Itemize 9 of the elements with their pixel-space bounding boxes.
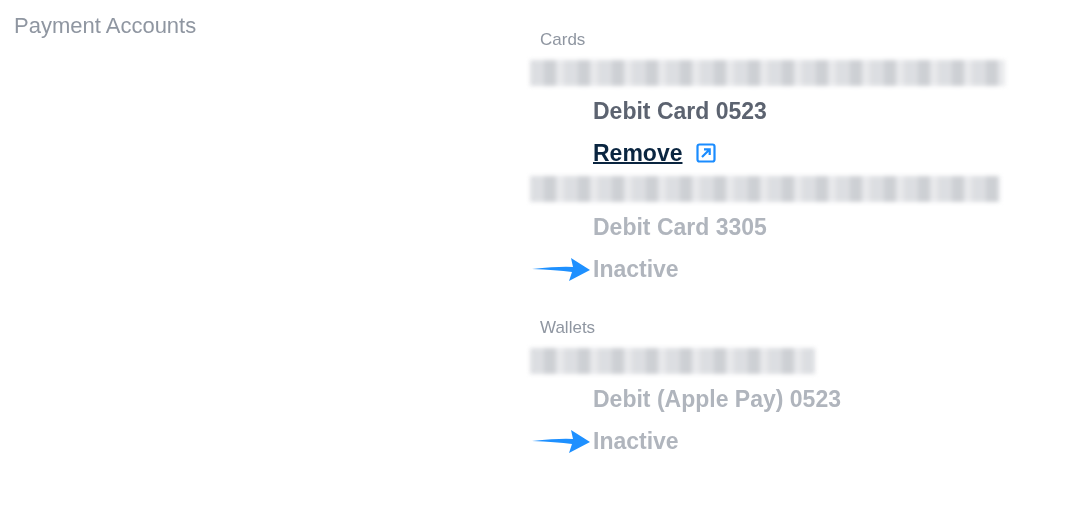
group-label: Wallets — [540, 318, 597, 339]
account-name: Debit Card 3305 — [593, 213, 768, 242]
account-name: Debit Card 0523 — [593, 97, 768, 126]
section-title: Payment Accounts — [14, 13, 198, 39]
status-text: Inactive — [593, 427, 679, 455]
account-name: Debit (Apple Pay) 0523 — [593, 385, 842, 414]
remove-link[interactable]: Remove — [593, 139, 683, 167]
status-text: Inactive — [593, 255, 679, 283]
group-label: Cards — [540, 30, 587, 51]
